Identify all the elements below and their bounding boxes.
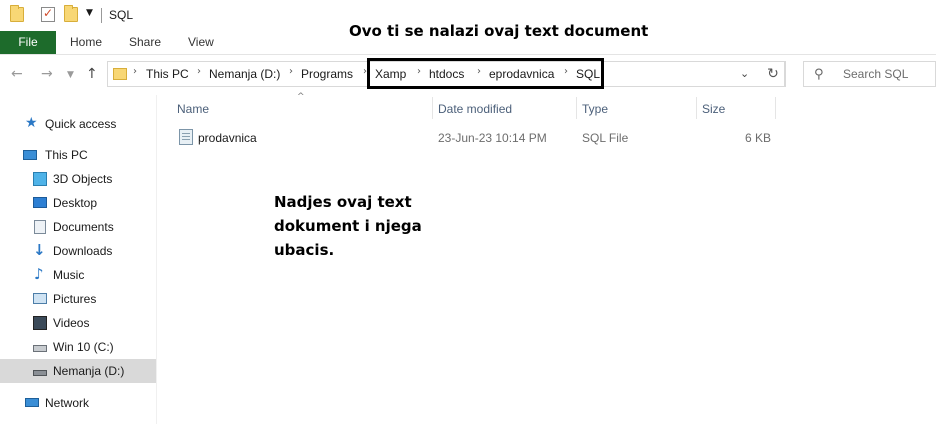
nav-item-quick-access[interactable]: ★ Quick access bbox=[0, 112, 156, 136]
window-title: SQL bbox=[109, 8, 134, 22]
file-name[interactable]: prodavnica bbox=[198, 131, 257, 145]
sort-ascending-icon: ^ bbox=[297, 92, 305, 102]
chevron-right-icon[interactable]: › bbox=[197, 66, 201, 77]
chevron-right-icon[interactable]: › bbox=[289, 66, 293, 77]
download-arrow-icon: ↓ bbox=[33, 241, 46, 259]
address-history-chevron-icon[interactable]: ⌄ bbox=[740, 67, 749, 80]
column-header-size[interactable]: Size bbox=[702, 102, 725, 116]
search-box[interactable]: ⚲ Search SQL bbox=[803, 61, 936, 87]
drive-d-icon bbox=[33, 370, 47, 376]
star-icon: ★ bbox=[25, 115, 38, 131]
sql-file-icon bbox=[179, 129, 193, 145]
breadcrumb-nemanja-d[interactable]: Nemanja (D:) bbox=[209, 67, 280, 81]
network-icon bbox=[25, 398, 39, 407]
navigation-pane: ★ Quick access This PC 3D Objects Deskto… bbox=[0, 95, 157, 424]
title-separator bbox=[101, 8, 102, 23]
column-header-type[interactable]: Type bbox=[582, 102, 608, 116]
documents-icon bbox=[34, 220, 46, 234]
file-size: 6 KB bbox=[745, 131, 772, 145]
refresh-icon: ↻ bbox=[767, 66, 779, 82]
file-date-modified: 23-Jun-23 10:14 PM bbox=[438, 131, 547, 145]
back-arrow-icon[interactable]: ← bbox=[11, 66, 23, 82]
computer-icon bbox=[23, 150, 37, 160]
column-divider[interactable] bbox=[432, 97, 433, 119]
nav-item-network[interactable]: Network bbox=[0, 391, 156, 415]
cube-icon bbox=[33, 172, 47, 186]
desktop-icon bbox=[33, 197, 47, 208]
nav-item-nemanja-d[interactable]: Nemanja (D:) bbox=[0, 359, 156, 383]
nav-item-music[interactable]: ♪ Music bbox=[0, 263, 156, 287]
annotation-highlight-box bbox=[367, 58, 604, 89]
forward-arrow-icon[interactable]: → bbox=[41, 66, 53, 82]
film-icon bbox=[33, 316, 47, 330]
music-note-icon: ♪ bbox=[34, 265, 44, 283]
column-header-name[interactable]: Name bbox=[177, 102, 209, 116]
nav-item-desktop[interactable]: Desktop bbox=[0, 191, 156, 215]
folder-icon bbox=[113, 68, 127, 80]
chevron-right-icon[interactable]: › bbox=[133, 66, 137, 77]
up-arrow-icon[interactable]: ↑ bbox=[86, 66, 98, 82]
column-divider[interactable] bbox=[696, 97, 697, 119]
file-type: SQL File bbox=[582, 131, 629, 145]
tab-view[interactable]: View bbox=[188, 31, 214, 54]
column-header-date-modified[interactable]: Date modified bbox=[438, 102, 512, 116]
folder-icon bbox=[10, 5, 24, 22]
annotation-middle: Nadjes ovaj text dokument i njega ubacis… bbox=[274, 193, 422, 259]
nav-item-documents[interactable]: Documents bbox=[0, 215, 156, 239]
tab-share[interactable]: Share bbox=[129, 31, 161, 54]
annotation-top: Ovo ti se nalazi ovaj text document bbox=[349, 22, 649, 40]
breadcrumb-this-pc[interactable]: This PC bbox=[146, 67, 189, 81]
breadcrumb-programs[interactable]: Programs bbox=[301, 67, 353, 81]
tab-home[interactable]: Home bbox=[70, 31, 102, 54]
nav-item-videos[interactable]: Videos bbox=[0, 311, 156, 335]
tab-file[interactable]: File bbox=[0, 31, 56, 54]
search-icon: ⚲ bbox=[814, 67, 824, 82]
search-placeholder: Search SQL bbox=[843, 67, 909, 81]
nav-item-this-pc[interactable]: This PC bbox=[0, 143, 156, 167]
nav-item-downloads[interactable]: ↓ Downloads bbox=[0, 239, 156, 263]
properties-icon[interactable] bbox=[41, 6, 55, 22]
nav-item-pictures[interactable]: Pictures bbox=[0, 287, 156, 311]
recent-locations-chevron-icon[interactable]: ▼ bbox=[67, 70, 74, 80]
new-folder-icon[interactable] bbox=[64, 5, 78, 22]
column-divider[interactable] bbox=[775, 97, 776, 119]
nav-item-win10-c[interactable]: Win 10 (C:) bbox=[0, 335, 156, 359]
refresh-button[interactable]: ↻ bbox=[761, 61, 786, 87]
column-divider[interactable] bbox=[576, 97, 577, 119]
customize-toolbar-dropdown-icon[interactable]: ▼ bbox=[86, 8, 93, 18]
nav-item-3d-objects[interactable]: 3D Objects bbox=[0, 167, 156, 191]
drive-c-icon bbox=[33, 345, 47, 352]
pictures-icon bbox=[33, 293, 47, 304]
